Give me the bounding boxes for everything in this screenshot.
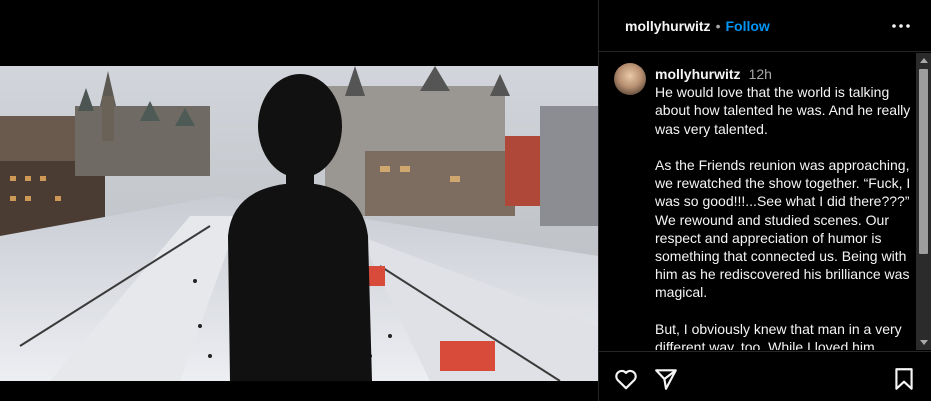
caption-username[interactable]: mollyhurwitz xyxy=(655,66,741,82)
follow-button[interactable]: Follow xyxy=(725,18,769,34)
scroll-up-arrow[interactable] xyxy=(920,58,928,63)
post-panel: mollyhurwitz • Follow mollyhurwitz 12h He… xyxy=(598,0,931,401)
more-options-icon[interactable] xyxy=(889,14,913,38)
caption-comment: mollyhurwitz 12h He would love that the w… xyxy=(655,65,917,350)
scrollbar-thumb[interactable] xyxy=(919,69,928,254)
share-icon[interactable] xyxy=(653,366,679,392)
comments-scrollbar[interactable] xyxy=(916,53,931,350)
post-photo[interactable] xyxy=(0,66,598,381)
caption-timestamp[interactable]: 12h xyxy=(749,66,772,82)
header-separator: • xyxy=(715,17,721,34)
post-media[interactable] xyxy=(0,0,598,401)
comments-area[interactable]: mollyhurwitz 12h He would love that the w… xyxy=(599,53,917,350)
scroll-down-arrow[interactable] xyxy=(920,340,928,345)
bookmark-icon[interactable] xyxy=(891,366,917,392)
action-bar xyxy=(598,351,931,401)
avatar[interactable] xyxy=(614,63,646,95)
post-header: mollyhurwitz • Follow xyxy=(599,0,931,52)
winter-city-scene xyxy=(0,66,598,381)
header-username[interactable]: mollyhurwitz xyxy=(625,18,711,34)
heart-icon[interactable] xyxy=(613,366,639,392)
caption-text: He would love that the world is talking … xyxy=(655,84,911,350)
